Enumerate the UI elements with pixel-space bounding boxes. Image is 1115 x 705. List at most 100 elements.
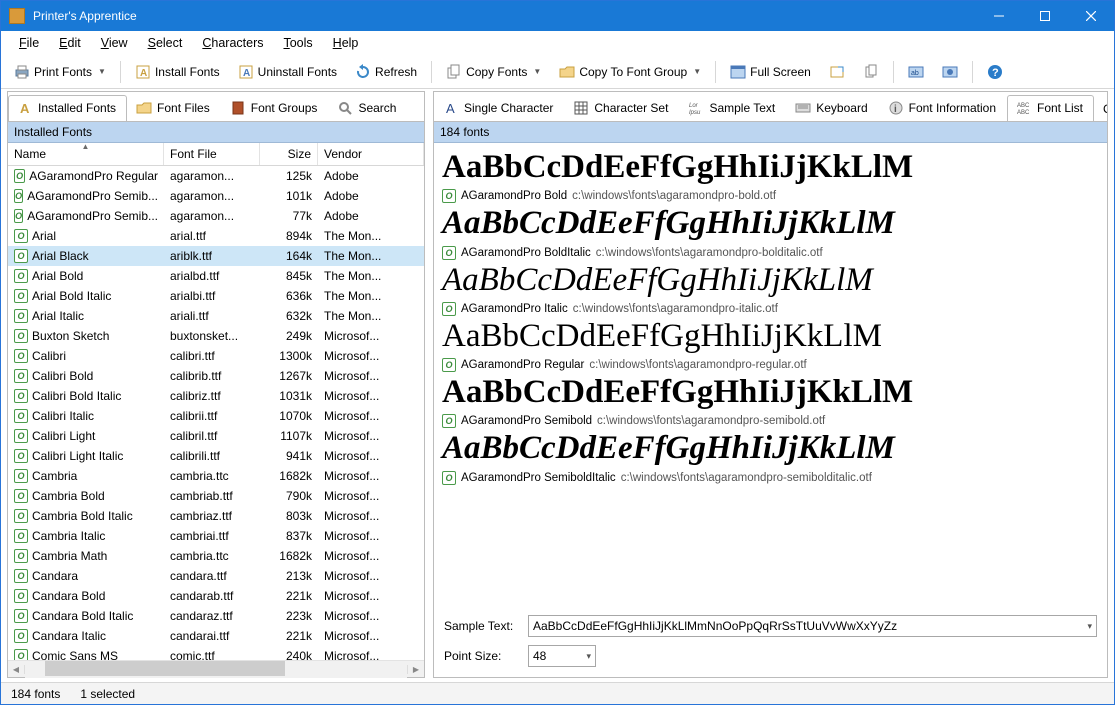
font-vendor: Microsof... <box>318 429 424 443</box>
tool-icon-2[interactable] <box>856 60 886 84</box>
font-row[interactable]: OCalibri Italiccalibrii.ttf1070kMicrosof… <box>8 406 424 426</box>
tool-icon-1[interactable] <box>822 60 852 84</box>
font-name: Arial Bold Italic <box>32 289 111 303</box>
font-name: Calibri Bold <box>32 369 93 383</box>
copy-fonts-button[interactable]: Copy Fonts ▼ <box>439 60 548 84</box>
col-size[interactable]: Size <box>260 143 318 165</box>
col-vendor[interactable]: Vendor <box>318 143 424 165</box>
new-window-icon <box>829 64 845 80</box>
svg-text:A: A <box>140 68 147 79</box>
font-row[interactable]: OCandara Bold Italiccandaraz.ttf223kMicr… <box>8 606 424 626</box>
font-list[interactable]: OAGaramondPro Regularagaramon...125kAdob… <box>8 166 424 660</box>
font-row[interactable]: OCambria Boldcambriab.ttf790kMicrosof... <box>8 486 424 506</box>
font-row[interactable]: OCambria Mathcambria.ttc1682kMicrosof... <box>8 546 424 566</box>
font-row[interactable]: OCandaracandara.ttf213kMicrosof... <box>8 566 424 586</box>
font-row[interactable]: OAGaramondPro Semib...agaramon...101kAdo… <box>8 186 424 206</box>
font-name: Calibri Italic <box>32 409 94 423</box>
point-size-combo[interactable]: 48▾ <box>528 645 596 667</box>
tab-single-character[interactable]: ASingle Character <box>434 95 564 121</box>
menu-edit[interactable]: Edit <box>49 34 91 52</box>
font-size: 101k <box>260 189 318 203</box>
opentype-icon: O <box>14 529 28 543</box>
copy-to-font-group-button[interactable]: Copy To Font Group ▼ <box>552 60 708 84</box>
tab-keyboard[interactable]: Keyboard <box>786 95 878 121</box>
font-name: Calibri Light <box>32 429 95 443</box>
refresh-icon <box>355 64 371 80</box>
font-file: calibrii.ttf <box>164 409 260 423</box>
font-row[interactable]: OArial Bold Italicarialbi.ttf636kThe Mon… <box>8 286 424 306</box>
tab-font-groups[interactable]: Font Groups <box>221 95 329 121</box>
font-file: arialbd.ttf <box>164 269 260 283</box>
tool-icon-3[interactable]: ab <box>901 60 931 84</box>
refresh-button[interactable]: Refresh <box>348 60 424 84</box>
font-name: Cambria Italic <box>32 529 105 543</box>
menu-file[interactable]: File <box>9 34 49 52</box>
close-button[interactable] <box>1068 1 1114 31</box>
full-screen-button[interactable]: Full Screen <box>723 60 818 84</box>
font-row[interactable]: OArialarial.ttf894kThe Mon... <box>8 226 424 246</box>
window-title: Printer's Apprentice <box>33 9 976 23</box>
font-row[interactable]: OArial Blackariblk.ttf164kThe Mon... <box>8 246 424 266</box>
horizontal-scrollbar[interactable]: ◀▶ <box>8 660 424 677</box>
tab-installed-fonts[interactable]: A Installed Fonts <box>8 95 127 122</box>
font-row[interactable]: OAGaramondPro Regularagaramon...125kAdob… <box>8 166 424 186</box>
font-file: calibriz.ttf <box>164 389 260 403</box>
print-fonts-button[interactable]: Print Fonts ▼ <box>7 60 113 84</box>
minimize-button[interactable] <box>976 1 1022 31</box>
menu-select[interactable]: Select <box>138 34 193 52</box>
col-name[interactable]: Name▲ <box>8 143 164 165</box>
font-file: arialbi.ttf <box>164 289 260 303</box>
font-file: agaramon... <box>164 209 260 223</box>
font-row[interactable]: OCalibri Bold Italiccalibriz.ttf1031kMic… <box>8 386 424 406</box>
font-row[interactable]: OArial Italicariali.ttf632kThe Mon... <box>8 306 424 326</box>
font-row[interactable]: OCambria Italiccambriai.ttf837kMicrosof.… <box>8 526 424 546</box>
font-row[interactable]: OComic Sans MScomic.ttf240kMicrosof... <box>8 646 424 660</box>
copy-clip-icon <box>863 64 879 80</box>
tab-font-information[interactable]: iFont Information <box>879 95 1007 121</box>
sample-info: OAGaramondPro Regularc:\windows\fonts\ag… <box>442 358 1099 372</box>
font-row[interactable]: OCambria Bold Italiccambriaz.ttf803kMicr… <box>8 506 424 526</box>
font-row[interactable]: OCandara Italiccandarai.ttf221kMicrosof.… <box>8 626 424 646</box>
maximize-button[interactable] <box>1022 1 1068 31</box>
font-row[interactable]: OCandara Boldcandarab.ttf221kMicrosof... <box>8 586 424 606</box>
font-preview-list[interactable]: AaBbCcDdEeFfGgHhIiJjKkLlMOAGaramondPro B… <box>434 143 1107 609</box>
tab-sample-text[interactable]: LorIpsuSample Text <box>679 95 786 121</box>
sample-font-path: c:\windows\fonts\agaramondpro-italic.otf <box>573 303 778 315</box>
menu-help[interactable]: Help <box>323 34 369 52</box>
font-name: Arial Italic <box>32 309 84 323</box>
tool-icon-4[interactable] <box>935 60 965 84</box>
col-file[interactable]: Font File <box>164 143 260 165</box>
uninstall-fonts-button[interactable]: A Uninstall Fonts <box>231 60 344 84</box>
tab-font-list[interactable]: ABCABCFont List <box>1007 95 1094 122</box>
tab-con[interactable]: Con <box>1094 97 1107 121</box>
font-row[interactable]: OArial Boldarialbd.ttf845kThe Mon... <box>8 266 424 286</box>
font-row[interactable]: OCalibricalibri.ttf1300kMicrosof... <box>8 346 424 366</box>
svg-text:ab: ab <box>911 70 919 77</box>
font-size: 1267k <box>260 369 318 383</box>
sample-font-name: AGaramondPro Bold <box>461 190 567 202</box>
sort-asc-icon: ▲ <box>82 142 90 151</box>
tab-search[interactable]: Search <box>328 95 407 121</box>
font-vendor: The Mon... <box>318 249 424 263</box>
install-fonts-button[interactable]: A Install Fonts <box>128 60 227 84</box>
font-row[interactable]: OCalibri Boldcalibrib.ttf1267kMicrosof..… <box>8 366 424 386</box>
menu-tools[interactable]: Tools <box>273 34 322 52</box>
font-row[interactable]: OBuxton Sketchbuxtonsket...249kMicrosof.… <box>8 326 424 346</box>
tab-font-files[interactable]: Font Files <box>127 95 221 121</box>
opentype-icon: O <box>14 409 28 423</box>
help-button[interactable]: ? <box>980 60 1010 84</box>
sample-text-combo[interactable]: AaBbCcDdEeFfGgHhIiJjKkLlMmNnOoPpQqRrSsTt… <box>528 615 1097 637</box>
dropdown-arrow-icon: ▼ <box>98 67 106 76</box>
opentype-icon: O <box>14 429 28 443</box>
font-row[interactable]: OCambriacambria.ttc1682kMicrosof... <box>8 466 424 486</box>
font-row[interactable]: OAGaramondPro Semib...agaramon...77kAdob… <box>8 206 424 226</box>
font-row[interactable]: OCalibri Light Italiccalibrili.ttf941kMi… <box>8 446 424 466</box>
menu-characters[interactable]: Characters <box>192 34 273 52</box>
menu-view[interactable]: View <box>91 34 138 52</box>
opentype-icon: O <box>14 509 28 523</box>
font-row[interactable]: OCalibri Lightcalibril.ttf1107kMicrosof.… <box>8 426 424 446</box>
status-font-count: 184 fonts <box>11 687 60 701</box>
font-name: Candara Bold <box>32 589 105 603</box>
tab-character-set[interactable]: Character Set <box>564 95 679 121</box>
sample-line: AaBbCcDdEeFfGgHhIiJjKkLlM <box>442 205 1099 241</box>
